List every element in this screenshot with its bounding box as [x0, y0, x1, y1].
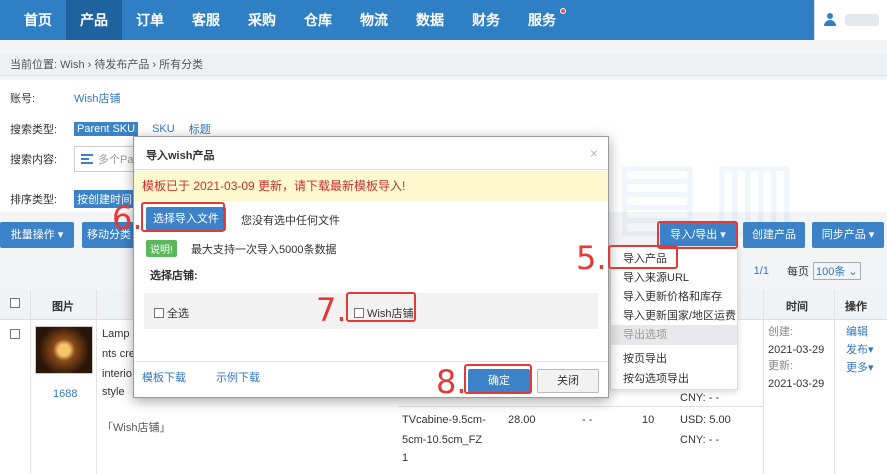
nav-services-label: 服务 [528, 12, 556, 28]
pager-per-page-label: 每页 [786, 266, 809, 278]
bulk-ops-button[interactable]: 批量操作 ▾ [0, 222, 74, 248]
search-type-label: 搜索类型: [10, 124, 58, 136]
col-image: 图片 [52, 301, 74, 313]
variant-name-line: 5cm-10.5cm_FZ [402, 434, 483, 446]
account-value-link[interactable]: Wish店铺 [74, 90, 120, 106]
divider [30, 290, 31, 474]
row-checkbox[interactable] [10, 329, 20, 339]
variant-usd: USD: 5.00 [680, 414, 731, 426]
divider [96, 290, 97, 474]
dialog-title: 导入wish产品 [146, 150, 215, 162]
nav-finance[interactable]: 财务 [458, 0, 514, 40]
product-title-line: interio [102, 368, 132, 380]
step8-number: 8. [436, 363, 467, 401]
nav-purchasing[interactable]: 采购 [234, 0, 290, 40]
variant-price: 28.00 [508, 414, 536, 426]
updated-label: 更新: [768, 360, 794, 372]
nav-warehouse[interactable]: 仓库 [290, 0, 346, 40]
note-text: 最大支持一次导入5000条数据 [191, 244, 337, 256]
close-icon[interactable]: × [590, 145, 598, 161]
more-link[interactable]: 更多▾ [846, 358, 874, 378]
step6-number: 6. [112, 199, 143, 237]
publish-link[interactable]: 发布▾ [846, 340, 874, 360]
col-time: 时间 [786, 301, 808, 313]
image-source-link[interactable]: 1688 [53, 384, 77, 404]
account-label: 账号: [10, 93, 36, 105]
variant-qty: 10 [642, 414, 655, 426]
nav-customer-service[interactable]: 客服 [178, 0, 234, 40]
nav-home[interactable]: 首页 [10, 0, 66, 40]
variant-name-line: TVcabine-9.5cm- [402, 414, 486, 426]
divider [763, 290, 764, 474]
per-page-value: 100条 [815, 266, 846, 278]
search-type-title[interactable]: 标题 [189, 121, 211, 137]
variant1-cny: CNY: - - [680, 392, 720, 404]
account-row: 账号: Wish店铺 [10, 90, 120, 106]
nav-products[interactable]: 产品 [66, 0, 122, 40]
product-title-line: Lamp [102, 328, 130, 340]
user-icon [823, 13, 837, 27]
updated-date: 2021-03-29 [768, 378, 825, 390]
created-label: 创建: [768, 326, 794, 338]
sort-type-label: 排序类型: [10, 194, 58, 206]
breadcrumb: 当前位置: Wish › 待发布产品 › 所有分类 [0, 54, 887, 76]
product-image[interactable] [35, 326, 93, 374]
dialog-header: 导入wish产品 × [134, 137, 608, 170]
chevron-down-icon: ⌄ [848, 266, 858, 278]
menu-import-source-url[interactable]: 导入来源URL [623, 269, 689, 285]
search-placeholder: 多个Pa [98, 154, 134, 166]
variant-dash: - - [582, 414, 593, 426]
edit-link[interactable]: 编辑 [846, 322, 868, 342]
sync-product-button[interactable]: 同步产品 ▾ [812, 222, 884, 248]
search-type-sku[interactable]: SKU [152, 123, 175, 135]
step8-highlight [464, 364, 532, 394]
example-download-link[interactable]: 示例下载 [216, 369, 260, 385]
step7-highlight [346, 292, 416, 322]
product-title-line: nts cre [102, 348, 136, 360]
search-type-parent-sku[interactable]: Parent SKU [74, 122, 139, 136]
menu-export-by-page[interactable]: 按页导出 [623, 350, 667, 366]
note-badge: 说明! [146, 240, 177, 257]
step6-highlight [141, 202, 225, 232]
menu-export-by-selection[interactable]: 按勾选项导出 [623, 370, 689, 386]
top-nav: 首页 产品 订单 客服 采购 仓库 物流 数据 财务 服务 [0, 0, 887, 40]
variant-cny: CNY: - - [680, 434, 720, 446]
export-section-header: 导出选项 [611, 325, 737, 345]
choose-store-label: 选择店铺: [150, 270, 198, 282]
nav-logistics[interactable]: 物流 [346, 0, 402, 40]
select-all-rows-checkbox[interactable] [10, 298, 20, 308]
store-tag: 「Wish店铺」 [102, 422, 171, 434]
variant-name-line: 1 [402, 452, 409, 464]
user-menu[interactable] [814, 0, 887, 40]
menu-import-update-price-stock[interactable]: 导入更新价格和库存 [623, 288, 722, 304]
user-name-placeholder [845, 14, 879, 26]
import-wish-dialog: 导入wish产品 × 模板已于 2021-03-09 更新，请下载最新模板导入!… [133, 136, 609, 398]
nav-services[interactable]: 服务 [514, 0, 570, 40]
cancel-button[interactable]: 关闭 [537, 369, 599, 393]
menu-import-update-shipping[interactable]: 导入更新国家/地区运费 [623, 307, 736, 323]
nav-orders[interactable]: 订单 [122, 0, 178, 40]
search-content-label: 搜索内容: [10, 154, 58, 166]
step5-number: 5. [576, 239, 607, 277]
notification-dot [560, 8, 566, 14]
list-icon [81, 154, 93, 164]
col-ops: 操作 [845, 301, 867, 313]
no-file-text: 您没有选中任何文件 [241, 215, 340, 227]
product-title-line: style [102, 386, 125, 398]
select-all-label: 全选 [167, 308, 189, 320]
select-all-checkbox-row[interactable]: 全选 [154, 305, 189, 321]
nav-data[interactable]: 数据 [402, 0, 458, 40]
select-all-checkbox[interactable] [154, 308, 164, 318]
divider [398, 406, 763, 407]
step7-number: 7. [316, 291, 347, 329]
pager-page: 1/1 [753, 265, 769, 277]
divider [834, 290, 835, 474]
template-update-warning: 模板已于 2021-03-09 更新，请下载最新模板导入! [134, 171, 608, 201]
template-download-link[interactable]: 模板下载 [142, 369, 186, 385]
per-page-select[interactable]: 100条 ⌄ [812, 262, 861, 280]
dialog-footer: 模板下载 示例下载 确定 关闭 [134, 361, 608, 398]
step5-highlight [608, 245, 678, 269]
pager: › 1/1 每页 100条 ⌄ [734, 262, 861, 280]
search-type-row: 搜索类型: Parent SKU SKU 标题 [10, 121, 211, 137]
